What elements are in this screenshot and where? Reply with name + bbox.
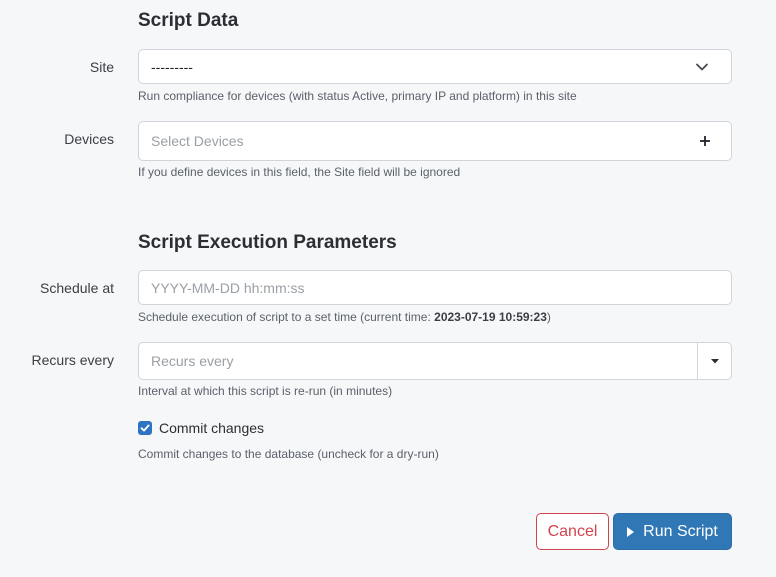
site-label: Site: [89, 59, 114, 75]
recurs-help-text: Interval at which this script is re-run …: [138, 384, 393, 398]
schedule-help-prefix: Schedule execution of script to a set ti…: [138, 310, 435, 324]
devices-select[interactable]: Select Devices: [138, 121, 732, 161]
devices-help-text: If you define devices in this field, the…: [138, 165, 461, 179]
section-title-script-data: Script Data: [138, 10, 239, 31]
chevron-down-icon: [696, 63, 708, 70]
section-title-execution-parameters: Script Execution Parameters: [138, 232, 397, 253]
devices-label: Devices: [64, 131, 114, 147]
recurs-label: Recurs every: [31, 352, 114, 368]
schedule-help-suffix: ): [546, 310, 551, 324]
schedule-placeholder: YYYY-MM-DD hh:mm:ss: [151, 279, 305, 296]
schedule-label: Schedule at: [40, 280, 114, 296]
site-select-value: ---------: [151, 58, 193, 75]
commit-help-text: Commit changes to the database (uncheck …: [138, 447, 439, 461]
schedule-input[interactable]: YYYY-MM-DD hh:mm:ss: [138, 270, 732, 305]
caret-down-icon: [710, 359, 719, 364]
cancel-button[interactable]: Cancel: [536, 513, 609, 550]
checkmark-icon: [140, 424, 150, 432]
commit-checkbox-label[interactable]: Commit changes: [159, 420, 264, 436]
cancel-button-label: Cancel: [547, 522, 598, 540]
schedule-help-text: Schedule execution of script to a set ti…: [138, 310, 551, 324]
plus-icon[interactable]: [699, 135, 711, 147]
run-script-button-label: Run Script: [643, 522, 718, 540]
site-help-text: Run compliance for devices (with status …: [138, 89, 577, 103]
play-icon: [627, 526, 635, 537]
recurs-input[interactable]: Recurs every: [138, 342, 732, 380]
recurs-placeholder: Recurs every: [151, 353, 234, 369]
site-select[interactable]: ---------: [138, 49, 732, 84]
run-script-button[interactable]: Run Script: [613, 513, 732, 550]
current-time-value: 2023-07-19 10:59:23: [434, 310, 547, 324]
script-form-page: Script Data Site --------- Run complianc…: [0, 0, 776, 577]
devices-placeholder: Select Devices: [151, 133, 244, 149]
recurs-dropdown-toggle[interactable]: [697, 343, 731, 379]
commit-checkbox[interactable]: [138, 421, 152, 435]
